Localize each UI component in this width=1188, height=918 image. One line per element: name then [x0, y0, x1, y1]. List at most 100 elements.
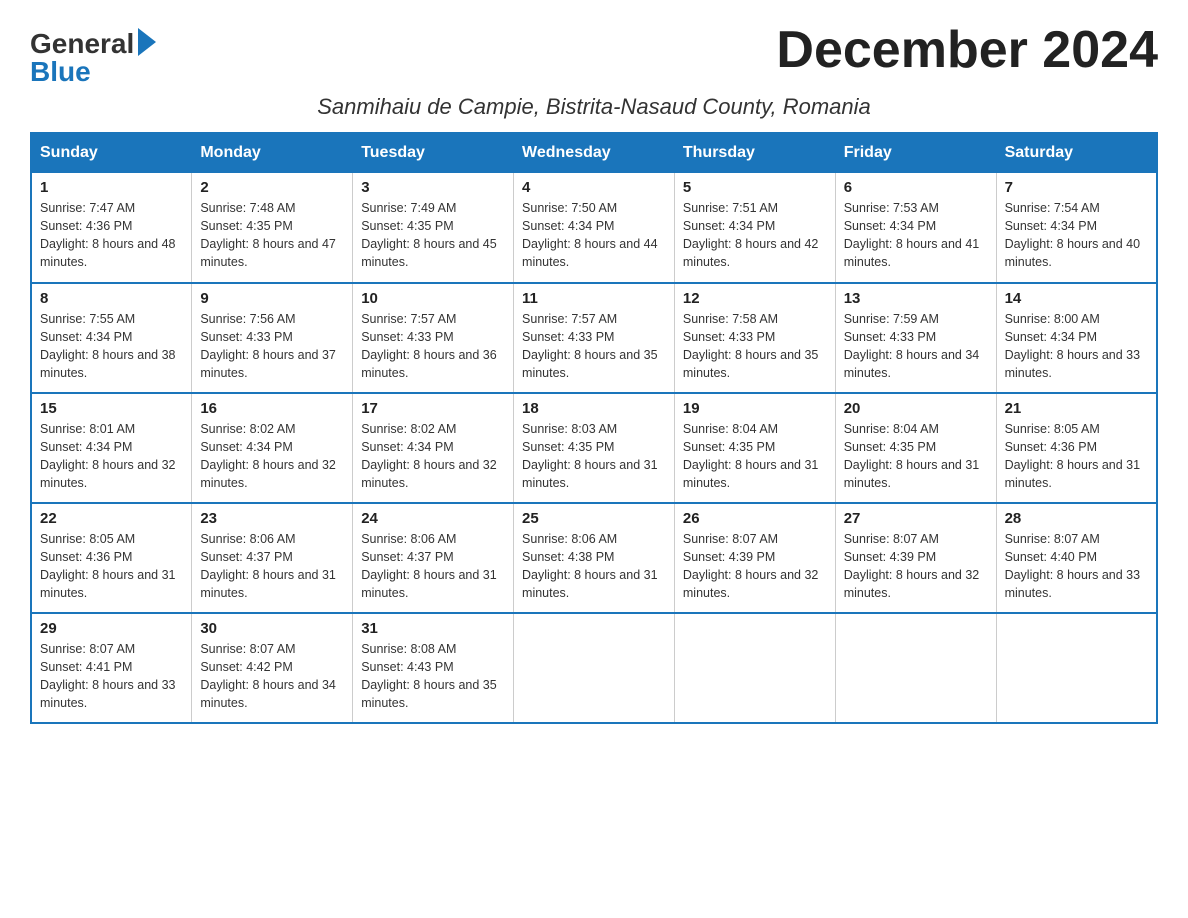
day-number: 26 [683, 510, 827, 527]
calendar-cell: 7 Sunrise: 7:54 AMSunset: 4:34 PMDayligh… [996, 173, 1157, 283]
day-number: 4 [522, 179, 666, 196]
calendar-cell: 29 Sunrise: 8:07 AMSunset: 4:41 PMDaylig… [31, 613, 192, 723]
logo-blue: Blue [30, 58, 91, 86]
calendar-cell: 20 Sunrise: 8:04 AMSunset: 4:35 PMDaylig… [835, 393, 996, 503]
day-number: 20 [844, 400, 988, 417]
day-info: Sunrise: 7:51 AMSunset: 4:34 PMDaylight:… [683, 201, 819, 269]
day-number: 10 [361, 290, 505, 307]
day-number: 27 [844, 510, 988, 527]
day-info: Sunrise: 8:02 AMSunset: 4:34 PMDaylight:… [200, 422, 336, 490]
day-info: Sunrise: 8:05 AMSunset: 4:36 PMDaylight:… [1005, 422, 1141, 490]
day-info: Sunrise: 8:06 AMSunset: 4:37 PMDaylight:… [200, 532, 336, 600]
day-info: Sunrise: 8:04 AMSunset: 4:35 PMDaylight:… [844, 422, 980, 490]
day-info: Sunrise: 8:07 AMSunset: 4:42 PMDaylight:… [200, 642, 336, 710]
day-info: Sunrise: 7:56 AMSunset: 4:33 PMDaylight:… [200, 312, 336, 380]
location-subtitle: Sanmihaiu de Campie, Bistrita-Nasaud Cou… [30, 94, 1158, 120]
header-saturday: Saturday [996, 133, 1157, 173]
day-number: 21 [1005, 400, 1148, 417]
day-number: 2 [200, 179, 344, 196]
calendar-cell: 8 Sunrise: 7:55 AMSunset: 4:34 PMDayligh… [31, 283, 192, 393]
day-info: Sunrise: 7:54 AMSunset: 4:34 PMDaylight:… [1005, 201, 1141, 269]
header-thursday: Thursday [674, 133, 835, 173]
day-info: Sunrise: 7:57 AMSunset: 4:33 PMDaylight:… [522, 312, 658, 380]
day-info: Sunrise: 8:00 AMSunset: 4:34 PMDaylight:… [1005, 312, 1141, 380]
calendar-cell: 24 Sunrise: 8:06 AMSunset: 4:37 PMDaylig… [353, 503, 514, 613]
day-info: Sunrise: 8:08 AMSunset: 4:43 PMDaylight:… [361, 642, 497, 710]
month-title: December 2024 [776, 20, 1158, 80]
calendar-cell: 18 Sunrise: 8:03 AMSunset: 4:35 PMDaylig… [514, 393, 675, 503]
calendar-table: SundayMondayTuesdayWednesdayThursdayFrid… [30, 132, 1158, 724]
day-info: Sunrise: 7:53 AMSunset: 4:34 PMDaylight:… [844, 201, 980, 269]
days-header-row: SundayMondayTuesdayWednesdayThursdayFrid… [31, 133, 1157, 173]
calendar-cell: 26 Sunrise: 8:07 AMSunset: 4:39 PMDaylig… [674, 503, 835, 613]
day-info: Sunrise: 7:50 AMSunset: 4:34 PMDaylight:… [522, 201, 658, 269]
day-info: Sunrise: 7:47 AMSunset: 4:36 PMDaylight:… [40, 201, 176, 269]
header-friday: Friday [835, 133, 996, 173]
day-info: Sunrise: 7:55 AMSunset: 4:34 PMDaylight:… [40, 312, 176, 380]
day-number: 24 [361, 510, 505, 527]
day-number: 11 [522, 290, 666, 307]
header-tuesday: Tuesday [353, 133, 514, 173]
day-number: 29 [40, 620, 183, 637]
day-number: 30 [200, 620, 344, 637]
day-number: 22 [40, 510, 183, 527]
day-number: 16 [200, 400, 344, 417]
calendar-cell: 28 Sunrise: 8:07 AMSunset: 4:40 PMDaylig… [996, 503, 1157, 613]
day-info: Sunrise: 7:58 AMSunset: 4:33 PMDaylight:… [683, 312, 819, 380]
calendar-cell: 9 Sunrise: 7:56 AMSunset: 4:33 PMDayligh… [192, 283, 353, 393]
calendar-cell: 11 Sunrise: 7:57 AMSunset: 4:33 PMDaylig… [514, 283, 675, 393]
day-info: Sunrise: 8:04 AMSunset: 4:35 PMDaylight:… [683, 422, 819, 490]
day-number: 5 [683, 179, 827, 196]
day-number: 19 [683, 400, 827, 417]
calendar-cell: 10 Sunrise: 7:57 AMSunset: 4:33 PMDaylig… [353, 283, 514, 393]
calendar-cell: 17 Sunrise: 8:02 AMSunset: 4:34 PMDaylig… [353, 393, 514, 503]
calendar-cell: 5 Sunrise: 7:51 AMSunset: 4:34 PMDayligh… [674, 173, 835, 283]
calendar-cell [674, 613, 835, 723]
day-number: 9 [200, 290, 344, 307]
week-row-3: 15 Sunrise: 8:01 AMSunset: 4:34 PMDaylig… [31, 393, 1157, 503]
day-number: 23 [200, 510, 344, 527]
calendar-cell: 27 Sunrise: 8:07 AMSunset: 4:39 PMDaylig… [835, 503, 996, 613]
week-row-4: 22 Sunrise: 8:05 AMSunset: 4:36 PMDaylig… [31, 503, 1157, 613]
day-number: 8 [40, 290, 183, 307]
day-info: Sunrise: 8:07 AMSunset: 4:40 PMDaylight:… [1005, 532, 1141, 600]
calendar-cell: 23 Sunrise: 8:06 AMSunset: 4:37 PMDaylig… [192, 503, 353, 613]
page-header: General Blue December 2024 [30, 20, 1158, 86]
calendar-cell [996, 613, 1157, 723]
header-sunday: Sunday [31, 133, 192, 173]
calendar-cell: 1 Sunrise: 7:47 AMSunset: 4:36 PMDayligh… [31, 173, 192, 283]
day-number: 12 [683, 290, 827, 307]
calendar-cell [835, 613, 996, 723]
calendar-cell: 13 Sunrise: 7:59 AMSunset: 4:33 PMDaylig… [835, 283, 996, 393]
day-number: 14 [1005, 290, 1148, 307]
week-row-1: 1 Sunrise: 7:47 AMSunset: 4:36 PMDayligh… [31, 173, 1157, 283]
calendar-cell: 19 Sunrise: 8:04 AMSunset: 4:35 PMDaylig… [674, 393, 835, 503]
day-info: Sunrise: 8:02 AMSunset: 4:34 PMDaylight:… [361, 422, 497, 490]
week-row-5: 29 Sunrise: 8:07 AMSunset: 4:41 PMDaylig… [31, 613, 1157, 723]
week-row-2: 8 Sunrise: 7:55 AMSunset: 4:34 PMDayligh… [31, 283, 1157, 393]
logo-arrow-icon [138, 28, 156, 56]
day-number: 7 [1005, 179, 1148, 196]
day-number: 18 [522, 400, 666, 417]
calendar-cell: 30 Sunrise: 8:07 AMSunset: 4:42 PMDaylig… [192, 613, 353, 723]
header-wednesday: Wednesday [514, 133, 675, 173]
calendar-cell [514, 613, 675, 723]
calendar-cell: 25 Sunrise: 8:06 AMSunset: 4:38 PMDaylig… [514, 503, 675, 613]
day-info: Sunrise: 8:05 AMSunset: 4:36 PMDaylight:… [40, 532, 176, 600]
day-info: Sunrise: 7:59 AMSunset: 4:33 PMDaylight:… [844, 312, 980, 380]
logo-general: General [30, 30, 134, 58]
day-number: 15 [40, 400, 183, 417]
day-info: Sunrise: 7:57 AMSunset: 4:33 PMDaylight:… [361, 312, 497, 380]
day-info: Sunrise: 8:07 AMSunset: 4:41 PMDaylight:… [40, 642, 176, 710]
calendar-cell: 2 Sunrise: 7:48 AMSunset: 4:35 PMDayligh… [192, 173, 353, 283]
day-number: 13 [844, 290, 988, 307]
calendar-cell: 14 Sunrise: 8:00 AMSunset: 4:34 PMDaylig… [996, 283, 1157, 393]
day-info: Sunrise: 8:01 AMSunset: 4:34 PMDaylight:… [40, 422, 176, 490]
day-number: 1 [40, 179, 183, 196]
day-info: Sunrise: 7:49 AMSunset: 4:35 PMDaylight:… [361, 201, 497, 269]
calendar-cell: 21 Sunrise: 8:05 AMSunset: 4:36 PMDaylig… [996, 393, 1157, 503]
calendar-cell: 16 Sunrise: 8:02 AMSunset: 4:34 PMDaylig… [192, 393, 353, 503]
calendar-cell: 3 Sunrise: 7:49 AMSunset: 4:35 PMDayligh… [353, 173, 514, 283]
calendar-cell: 12 Sunrise: 7:58 AMSunset: 4:33 PMDaylig… [674, 283, 835, 393]
day-info: Sunrise: 7:48 AMSunset: 4:35 PMDaylight:… [200, 201, 336, 269]
